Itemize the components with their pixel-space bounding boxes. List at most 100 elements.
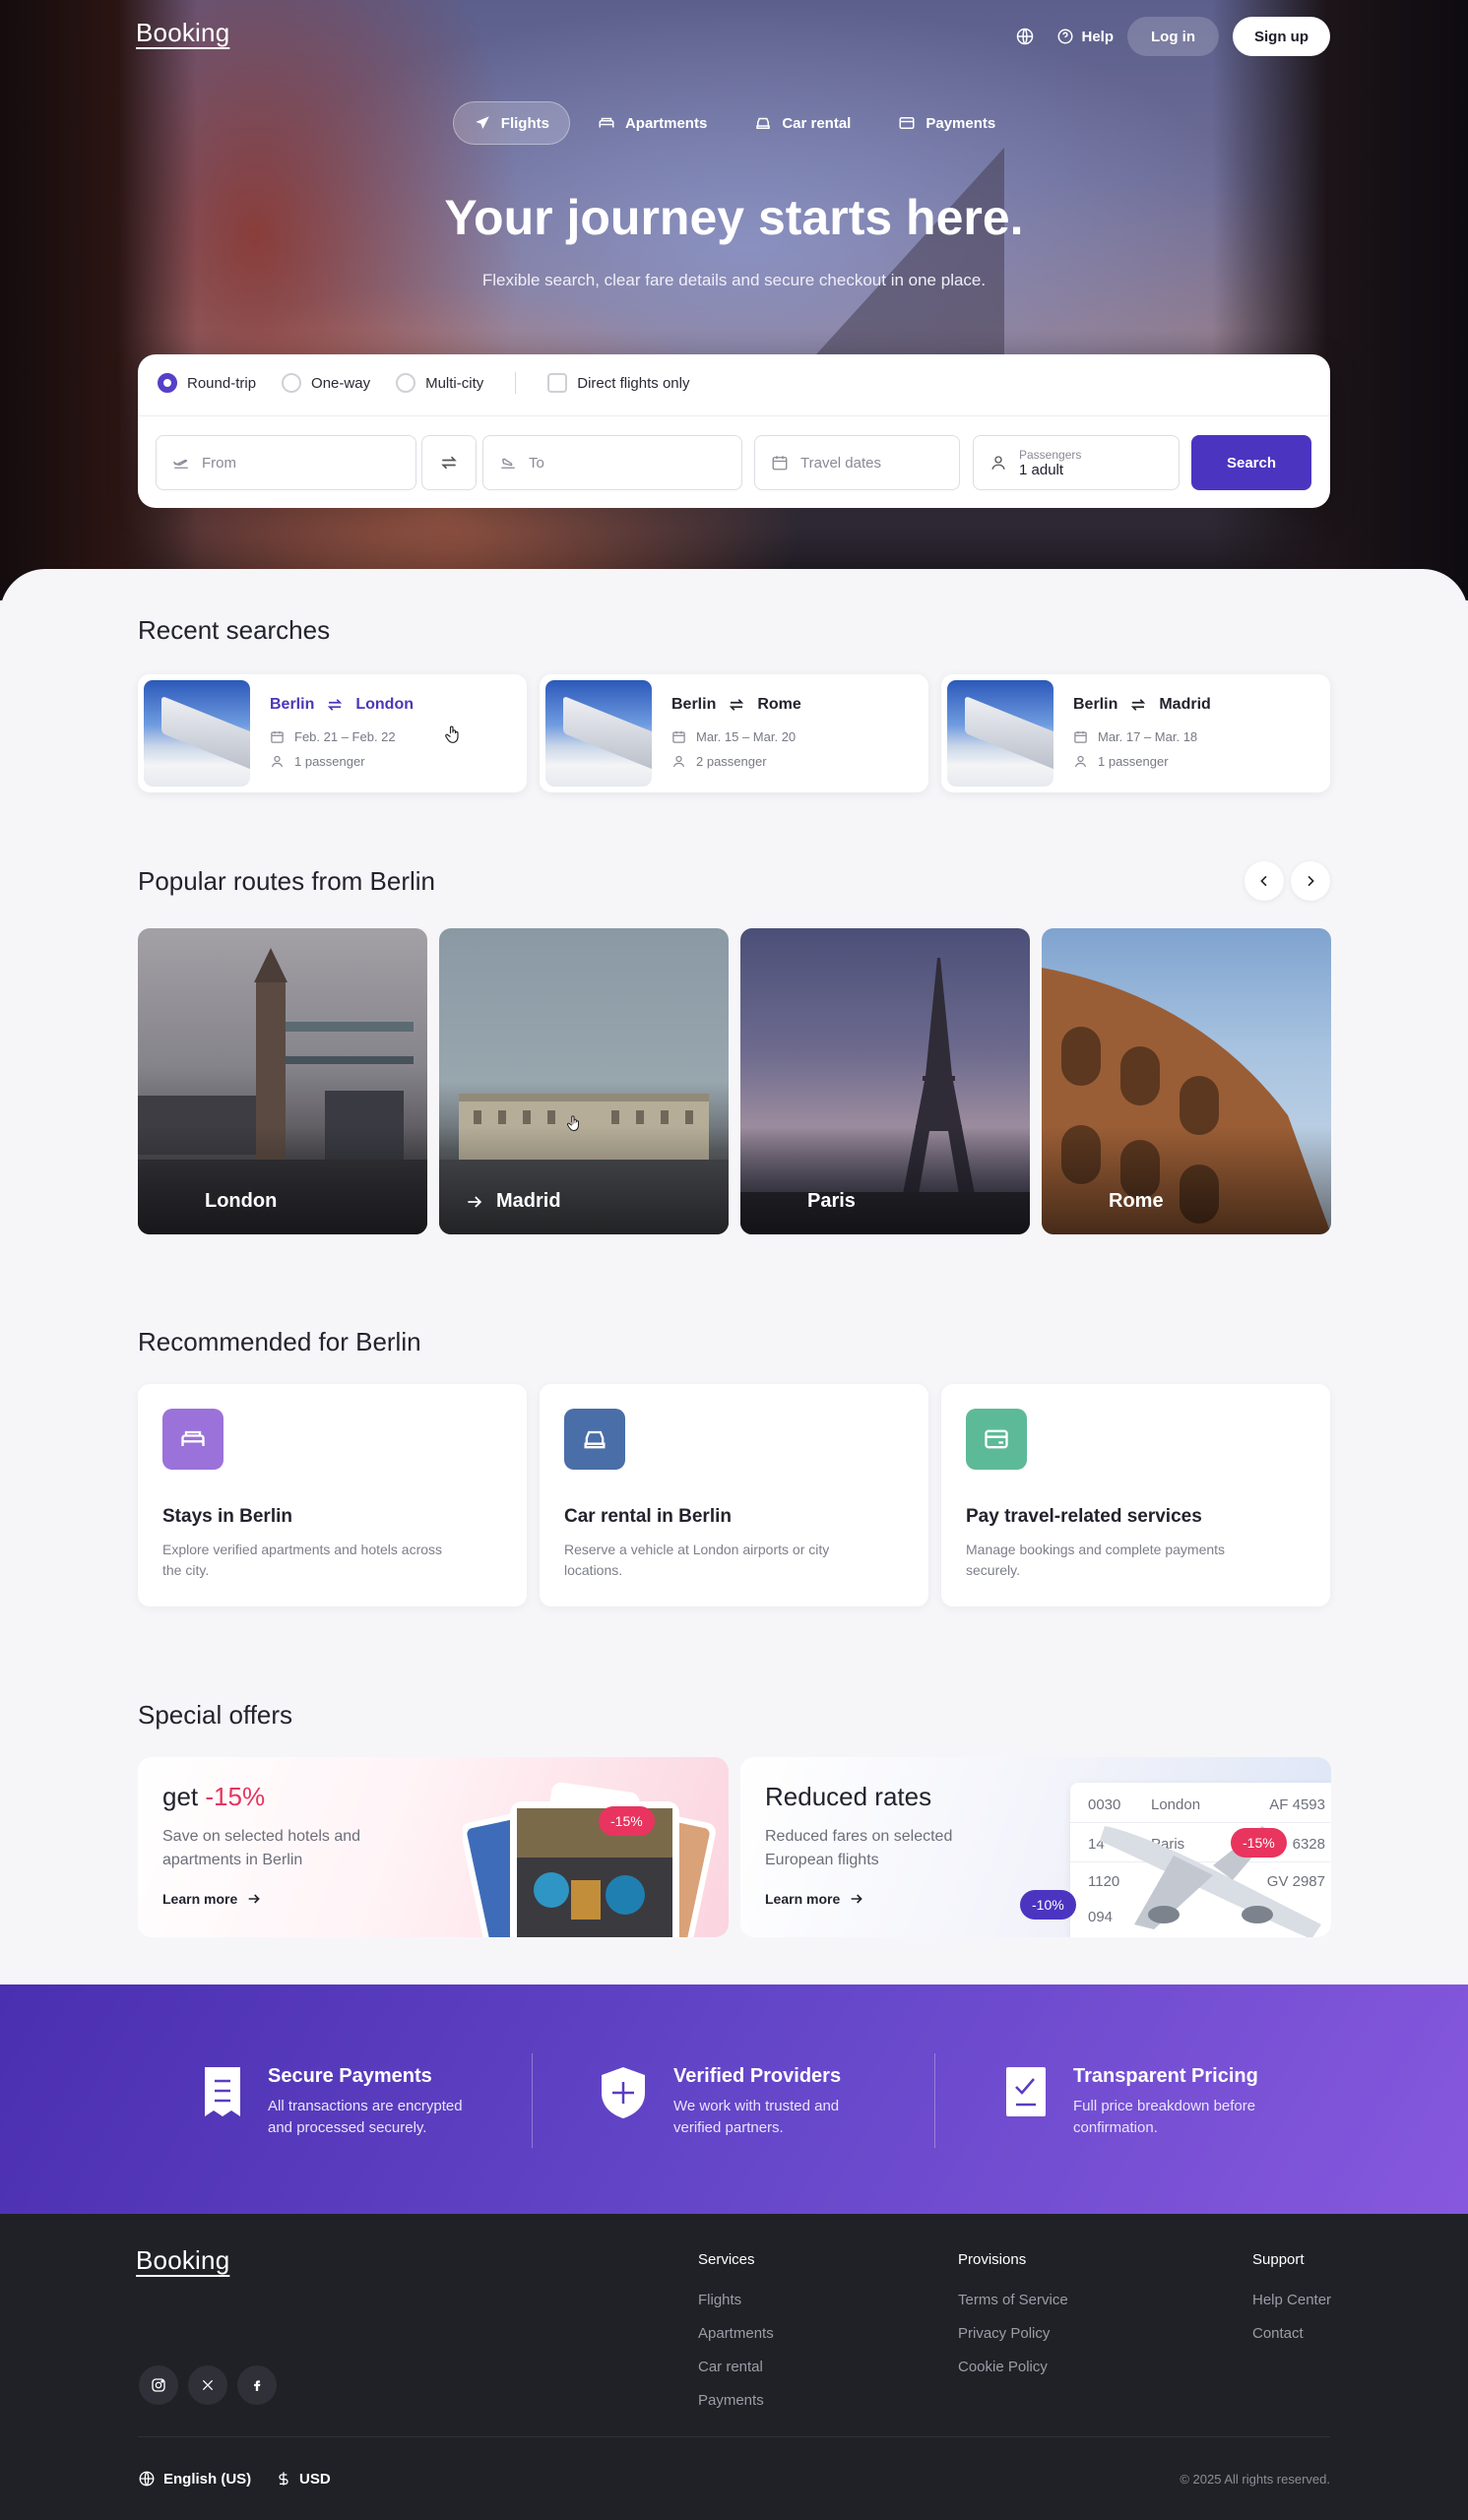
globe-icon bbox=[139, 2471, 155, 2487]
calendar-icon bbox=[1074, 730, 1087, 743]
recommended-card-car-rental[interactable]: Car rental in Berlin Reserve a vehicle a… bbox=[540, 1384, 928, 1606]
recent-search-card[interactable]: Berlin Rome Mar. 15 – Mar. 20 2 passenge… bbox=[540, 674, 928, 792]
swap-button[interactable] bbox=[421, 435, 477, 490]
card-description: Manage bookings and complete payments se… bbox=[966, 1542, 1226, 1578]
travel-dates-input[interactable]: Travel dates bbox=[754, 435, 960, 490]
learn-more-link[interactable]: Learn more bbox=[162, 1891, 262, 1907]
card-description: Reserve a vehicle at London airports or … bbox=[564, 1542, 830, 1578]
passengers-select[interactable]: Passengers 1 adult bbox=[973, 435, 1180, 490]
airplane-wing-graphic bbox=[807, 148, 1004, 364]
takeoff-icon bbox=[172, 459, 188, 469]
trip-round-trip[interactable]: Round-trip bbox=[158, 373, 256, 393]
offer-card-flights[interactable]: Reduced rates Reduced fares on selected … bbox=[740, 1757, 1331, 1937]
footer-brand-logo[interactable]: Booking bbox=[136, 2245, 229, 2276]
help-label: Help bbox=[1081, 28, 1114, 45]
radio bbox=[282, 373, 302, 393]
language-selector[interactable]: English (US) bbox=[138, 2470, 251, 2488]
hero-section bbox=[0, 0, 1468, 600]
currency-label: USD bbox=[299, 2470, 331, 2488]
pax-text: 1 passenger bbox=[294, 754, 365, 769]
to-input[interactable]: To bbox=[482, 435, 742, 490]
footer-link[interactable]: Help Center bbox=[1252, 2292, 1331, 2308]
route-title: Berlin Rome bbox=[671, 696, 801, 714]
direct-flights-checkbox[interactable]: Direct flights only bbox=[547, 373, 689, 393]
trip-one-way[interactable]: One-way bbox=[282, 373, 370, 393]
search-button[interactable]: Search bbox=[1191, 435, 1311, 490]
tab-car-rental[interactable]: Car rental bbox=[734, 101, 870, 145]
footer-link[interactable]: Privacy Policy bbox=[958, 2325, 1050, 2342]
tab-label: Flights bbox=[500, 114, 549, 132]
window-frame-right bbox=[1212, 0, 1468, 600]
learn-more-label: Learn more bbox=[162, 1891, 238, 1907]
footer-link[interactable]: Car rental bbox=[698, 2359, 763, 2375]
top-navigation: Help Log in Sign up bbox=[1007, 17, 1330, 56]
trip-multi-city[interactable]: Multi-city bbox=[396, 373, 483, 393]
instagram-icon[interactable] bbox=[139, 2365, 178, 2405]
trust-item-secure-payments: Secure Payments All transactions are enc… bbox=[203, 2065, 484, 2139]
radio-label: One-way bbox=[311, 374, 371, 392]
offer-title: get -15% bbox=[162, 1782, 265, 1812]
recent-search-card[interactable]: Berlin London Feb. 21 – Feb. 22 1 passen… bbox=[138, 674, 527, 792]
signup-button[interactable]: Sign up bbox=[1233, 17, 1330, 56]
tab-label: Apartments bbox=[624, 114, 708, 132]
tab-payments[interactable]: Payments bbox=[878, 101, 1015, 145]
route-label: London bbox=[205, 1190, 278, 1212]
route-from: Berlin bbox=[1073, 696, 1118, 713]
x-icon[interactable] bbox=[188, 2365, 227, 2405]
brand-logo[interactable]: Booking bbox=[136, 18, 229, 48]
recent-search-card[interactable]: Berlin Madrid Mar. 17 – Mar. 18 1 passen… bbox=[941, 674, 1330, 792]
bed-icon bbox=[599, 117, 614, 128]
offer-card-hotels[interactable]: get -15% Save on selected hotels and apa… bbox=[138, 1757, 729, 1937]
from-input[interactable]: From bbox=[156, 435, 416, 490]
hero-subtitle: Flexible search, clear fare details and … bbox=[481, 271, 987, 289]
carousel-next-button[interactable] bbox=[1291, 861, 1330, 901]
separator bbox=[515, 372, 517, 394]
bed-icon bbox=[162, 1409, 223, 1470]
radio-label: Multi-city bbox=[425, 374, 484, 392]
footer-link[interactable]: Contact bbox=[1252, 2325, 1304, 2342]
tab-flights[interactable]: Flights bbox=[452, 101, 570, 145]
footer-link[interactable]: Apartments bbox=[698, 2325, 774, 2342]
trust-desc: Full price breakdown before confirmation… bbox=[1073, 2098, 1256, 2136]
carousel-prev-button[interactable] bbox=[1245, 861, 1284, 901]
swap-icon bbox=[1131, 699, 1146, 711]
tab-label: Car rental bbox=[782, 114, 852, 132]
route-passengers: 1 passenger bbox=[270, 754, 365, 769]
offer-title: Reduced rates bbox=[765, 1782, 932, 1811]
trust-desc: We work with trusted and verified partne… bbox=[673, 2098, 840, 2136]
route-to: London bbox=[355, 696, 414, 713]
tab-apartments[interactable]: Apartments bbox=[578, 101, 727, 145]
route-label: Rome bbox=[1109, 1190, 1164, 1212]
recommended-card-stays[interactable]: Stays in Berlin Explore verified apartme… bbox=[138, 1384, 527, 1606]
receipt-icon bbox=[205, 2067, 240, 2116]
footer-link[interactable]: Terms of Service bbox=[958, 2292, 1068, 2308]
login-button[interactable]: Log in bbox=[1127, 17, 1219, 56]
currency-selector[interactable]: USD bbox=[276, 2470, 331, 2488]
globe-icon[interactable] bbox=[1007, 19, 1043, 54]
route-dates: Mar. 15 – Mar. 20 bbox=[671, 729, 796, 744]
to-placeholder: To bbox=[529, 454, 544, 472]
footer-link[interactable]: Payments bbox=[698, 2392, 764, 2409]
route-card-rome[interactable]: Rome bbox=[1042, 928, 1331, 1234]
route-card-london[interactable]: London bbox=[138, 928, 427, 1234]
recommended-title: Recommended for Berlin bbox=[138, 1327, 421, 1356]
recommended-card-payments[interactable]: Pay travel-related services Manage booki… bbox=[941, 1384, 1330, 1606]
hotel-photos-stack-image bbox=[463, 1782, 716, 1937]
learn-more-link[interactable]: Learn more bbox=[765, 1891, 864, 1907]
pax-text: 1 passenger bbox=[1098, 754, 1169, 769]
popular-routes-title: Popular routes from Berlin bbox=[138, 866, 436, 896]
route-from: Berlin bbox=[270, 696, 315, 713]
route-from: Berlin bbox=[671, 696, 717, 713]
route-card-paris[interactable]: Paris bbox=[740, 928, 1030, 1234]
discount-badge: -15% bbox=[1231, 1828, 1287, 1858]
help-link[interactable]: Help bbox=[1056, 28, 1114, 45]
footer-column-title: Services bbox=[698, 2251, 755, 2268]
card-title: Car rental in Berlin bbox=[564, 1506, 732, 1527]
route-card-madrid[interactable]: Madrid bbox=[439, 928, 729, 1234]
facebook-icon[interactable] bbox=[237, 2365, 277, 2405]
footer-link[interactable]: Flights bbox=[698, 2292, 741, 2308]
footer-link[interactable]: Cookie Policy bbox=[958, 2359, 1048, 2375]
learn-more-label: Learn more bbox=[765, 1891, 841, 1907]
landing-icon bbox=[501, 458, 515, 469]
route-title: Berlin Madrid bbox=[1073, 696, 1211, 714]
